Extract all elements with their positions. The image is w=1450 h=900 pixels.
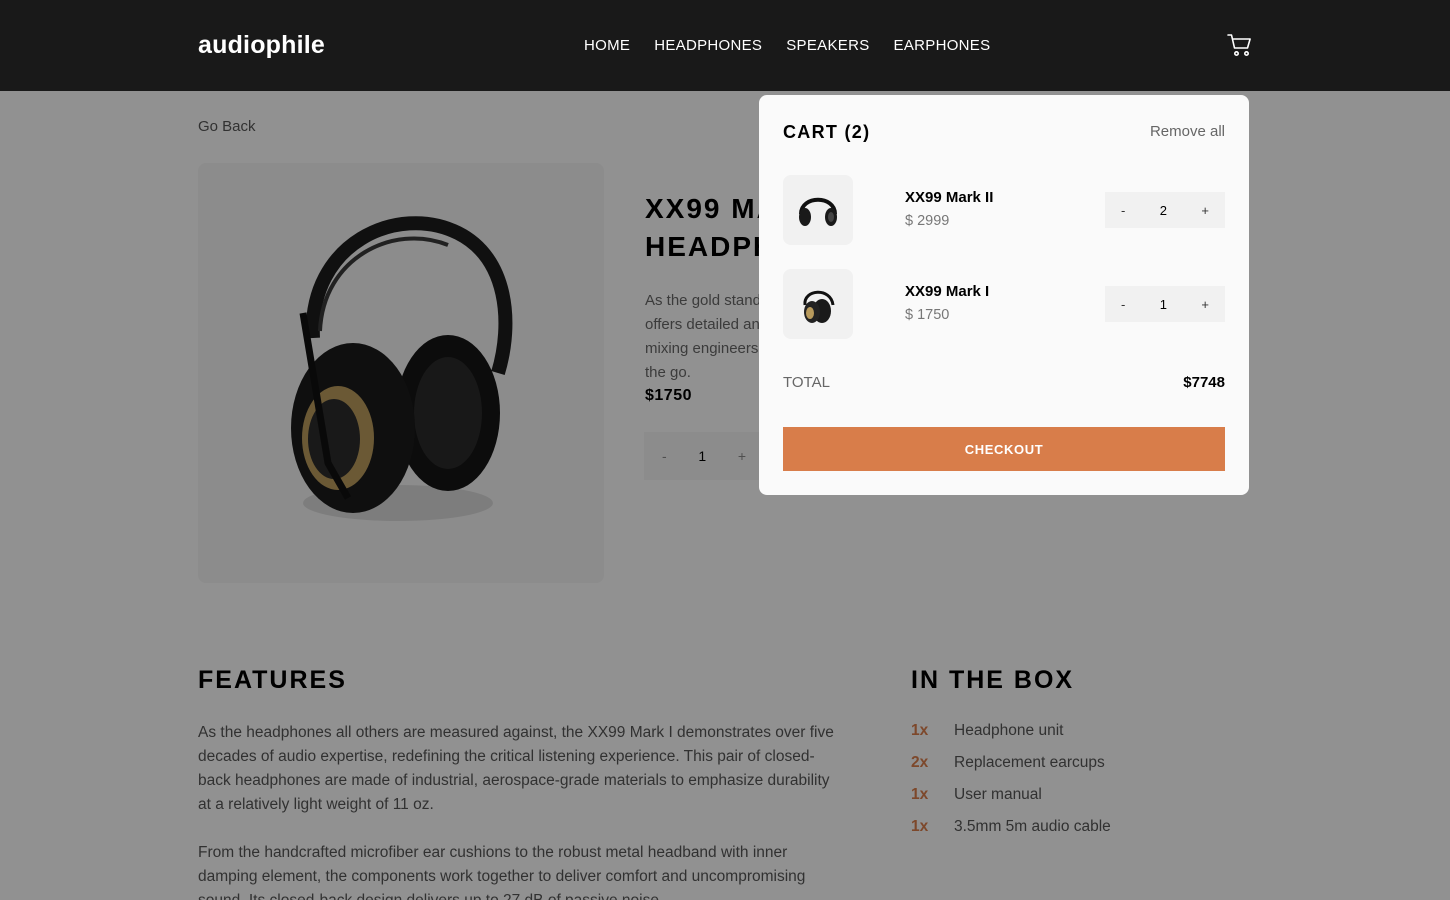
decrement-button[interactable]: - [1121,297,1125,312]
nav-link-earphones[interactable]: EARPHONES [894,37,991,54]
cart-item-price: $ 1750 [905,307,950,323]
remove-all-button[interactable]: Remove all [1150,123,1225,140]
cart-item-name: XX99 Mark I [905,283,990,300]
cart-modal: CART (2) Remove all XX99 Mark II $ 2999 … [759,95,1249,495]
headphones-thumbnail-icon [803,290,835,323]
logo[interactable]: audiophile [198,31,325,60]
cart-item-thumbnail [783,269,853,339]
total-value: $7748 [1183,374,1225,391]
cart-item-name: XX99 Mark II [905,189,994,206]
cart-item-price: $ 2999 [905,213,950,229]
cart-item: XX99 Mark I $ 1750 - 1 + [783,269,1225,339]
quantity-stepper: - 1 + [1105,286,1225,322]
quantity-value: 1 [1159,296,1167,312]
checkout-button[interactable]: CHECKOUT [783,427,1225,471]
cart-item: XX99 Mark II $ 2999 - 2 + [783,175,1225,245]
quantity-value: 2 [1159,202,1167,218]
quantity-stepper: - 2 + [1105,192,1225,228]
total-label: TOTAL [783,374,830,391]
decrement-button[interactable]: - [1121,203,1125,218]
site-header: audiophile HOME HEADPHONES SPEAKERS EARP… [0,0,1450,91]
nav-link-headphones[interactable]: HEADPHONES [654,37,762,54]
cart-title: CART (2) [783,122,871,142]
headphones-thumbnail-icon [799,197,837,226]
nav-link-home[interactable]: HOME [584,37,630,54]
cart-item-thumbnail [783,175,853,245]
increment-button[interactable]: + [1201,203,1209,218]
nav-link-speakers[interactable]: SPEAKERS [786,37,869,54]
increment-button[interactable]: + [1201,297,1209,312]
shopping-cart-icon[interactable] [1227,32,1253,58]
main-nav: HOME HEADPHONES SPEAKERS EARPHONES [584,37,990,54]
